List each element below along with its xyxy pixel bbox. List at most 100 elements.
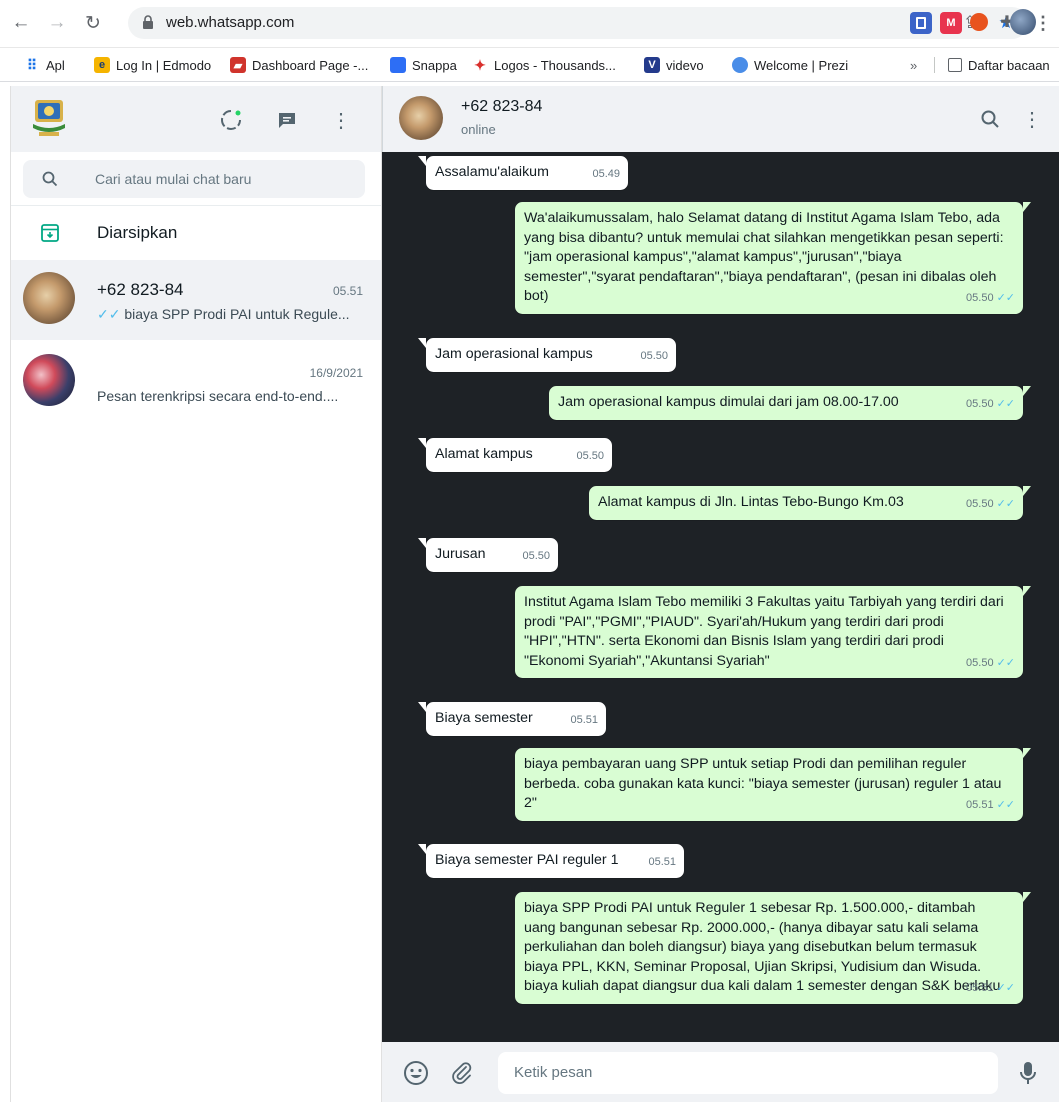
- bookmark-label: Logos - Thousands...: [494, 57, 616, 73]
- extension-m-icon[interactable]: M: [940, 12, 962, 34]
- double-check-icon: ✓✓: [996, 982, 1015, 994]
- incoming-message: Assalamu'alaikum 05.49: [418, 156, 628, 190]
- message-text: Institut Agama Islam Tebo memiliki 3 Fak…: [524, 594, 1008, 669]
- menu-dots-icon[interactable]: ⋮: [327, 106, 355, 134]
- lock-icon: [143, 15, 153, 29]
- bookmark-label: Dashboard Page -...: [252, 57, 369, 73]
- reading-list-icon: [948, 58, 962, 72]
- double-check-icon: ✓✓: [996, 398, 1015, 410]
- address-bar[interactable]: web.whatsapp.com ⇪ ★: [128, 7, 1028, 39]
- bookmark-label: videvo: [666, 57, 704, 73]
- message-text: Biaya semester PAI reguler 1: [435, 852, 619, 868]
- archived-label: Diarsipkan: [97, 223, 178, 242]
- extension-tomato-icon[interactable]: [970, 13, 988, 31]
- incoming-message: Biaya semester 05.51: [418, 702, 606, 736]
- outgoing-message: Institut Agama Islam Tebo memiliki 3 Fak…: [515, 586, 1031, 678]
- chat-list-item[interactable]: +62 823-84 05.51 ✓✓ biaya SPP Prodi PAI …: [11, 260, 381, 340]
- double-check-icon: ✓✓: [996, 799, 1015, 811]
- message-text: biaya SPP Prodi PAI untuk Reguler 1 sebe…: [524, 900, 1001, 994]
- emoji-icon[interactable]: [402, 1059, 430, 1087]
- browser-menu-icon[interactable]: ⋮: [1034, 12, 1052, 34]
- chat-preview: ✓✓ biaya SPP Prodi PAI untuk Regule...: [97, 306, 367, 323]
- message-time: 05.50: [966, 398, 994, 410]
- new-chat-icon[interactable]: [273, 106, 301, 134]
- bookmark-videvo[interactable]: V videvo: [644, 55, 704, 75]
- bookmark-dashboard[interactable]: ▰ Dashboard Page -...: [230, 55, 368, 75]
- dashboard-icon: ▰: [230, 57, 246, 73]
- message-time: 05.50: [522, 550, 550, 562]
- outgoing-message: Alamat kampus di Jln. Lintas Tebo-Bungo …: [589, 486, 1031, 520]
- message-time: 05.50: [966, 498, 994, 510]
- bookmark-snappa[interactable]: Snappa: [390, 55, 457, 75]
- url-text: web.whatsapp.com: [166, 14, 295, 31]
- outgoing-message: biaya SPP Prodi PAI untuk Reguler 1 sebe…: [515, 892, 1031, 1004]
- chat-preview-text: biaya SPP Prodi PAI untuk Regule...: [124, 306, 350, 322]
- contact-name: +62 823-84: [461, 98, 543, 115]
- prezi-icon: [732, 57, 748, 73]
- incoming-message: Alamat kampus 05.50: [418, 438, 612, 472]
- browser-toolbar: ← → ↻ web.whatsapp.com ⇪ ★ ⋮: [0, 0, 1059, 48]
- message-list: Assalamu'alaikum 05.49 Wa'alaikumussalam…: [382, 152, 1059, 1042]
- composer-bar: Ketik pesan: [382, 1042, 1059, 1102]
- message-text: Jurusan: [435, 546, 486, 562]
- profile-avatar[interactable]: [1010, 9, 1036, 35]
- microphone-icon[interactable]: [1014, 1059, 1042, 1087]
- reading-list-button[interactable]: Daftar bacaan: [948, 55, 1050, 75]
- outgoing-message: Wa'alaikumussalam, halo Selamat datang d…: [515, 202, 1031, 314]
- reading-list-label: Daftar bacaan: [968, 57, 1050, 73]
- back-arrow-icon[interactable]: ←: [8, 10, 34, 36]
- message-time: 05.51: [570, 714, 598, 726]
- message-time: 05.50: [966, 292, 994, 304]
- conversation-pane: +62 823-84 online ⋮ Assalamu'alaikum 05.…: [382, 86, 1059, 1102]
- message-time: 05.51: [966, 982, 994, 994]
- chat-preview: Pesan terenkripsi secara end-to-end....: [97, 388, 367, 404]
- message-time: 05.50: [576, 450, 604, 462]
- message-text: Alamat kampus di Jln. Lintas Tebo-Bungo …: [598, 494, 904, 510]
- message-input[interactable]: Ketik pesan: [498, 1052, 998, 1094]
- contact-status: online: [461, 122, 496, 137]
- search-input[interactable]: Cari atau mulai chat baru: [23, 160, 365, 198]
- bookmark-apps[interactable]: ⠿ Apl: [24, 55, 65, 75]
- incoming-message: Jurusan 05.50: [418, 538, 558, 572]
- contact-avatar[interactable]: [399, 96, 443, 140]
- conversation-header[interactable]: +62 823-84 online ⋮: [382, 86, 1059, 152]
- double-check-icon: ✓✓: [97, 306, 121, 322]
- bookmark-label: Snappa: [412, 57, 457, 73]
- chat-name: +62 823-84: [97, 280, 184, 299]
- chat-list-pane: ⋮ Cari atau mulai chat baru Diarsipkan +…: [10, 86, 382, 1102]
- profile-logo[interactable]: [29, 96, 69, 140]
- bookmarks-bar: ⠿ Apl e Log In | Edmodo ▰ Dashboard Page…: [0, 48, 1059, 82]
- chat-time: 16/9/2021: [309, 366, 363, 380]
- forward-arrow-icon[interactable]: →: [44, 10, 70, 36]
- more-bookmarks-label: »: [910, 57, 918, 73]
- reload-icon[interactable]: ↻: [80, 10, 106, 36]
- message-time: 05.51: [966, 799, 994, 811]
- archive-icon: [41, 224, 59, 242]
- bookmark-logos[interactable]: ✦ Logos - Thousands...: [472, 55, 616, 75]
- more-bookmarks-button[interactable]: »: [910, 55, 917, 75]
- double-check-icon: ✓✓: [996, 292, 1015, 304]
- outgoing-message: biaya pembayaran uang SPP untuk setiap P…: [515, 748, 1031, 821]
- bookmark-prezi[interactable]: Welcome | Prezi: [732, 55, 848, 75]
- chat-list-item[interactable]: 16/9/2021 Pesan terenkripsi secara end-t…: [11, 342, 381, 422]
- message-time: 05.50: [640, 350, 668, 362]
- apps-grid-icon: ⠿: [26, 56, 38, 73]
- double-check-icon: ✓✓: [996, 498, 1015, 510]
- logos-icon: ✦: [474, 56, 486, 73]
- sidebar-header: ⋮: [11, 86, 381, 152]
- archived-chats-row[interactable]: Diarsipkan: [11, 208, 381, 258]
- attach-icon[interactable]: [448, 1059, 476, 1087]
- message-text: Jam operasional kampus: [435, 346, 593, 362]
- message-time: 05.50: [966, 656, 994, 669]
- search-placeholder: Cari atau mulai chat baru: [95, 171, 252, 187]
- search-icon: [42, 171, 58, 187]
- bookmark-edmodo[interactable]: e Log In | Edmodo: [94, 55, 211, 75]
- edmodo-icon: e: [94, 57, 110, 73]
- message-text: biaya pembayaran uang SPP untuk setiap P…: [524, 756, 1006, 811]
- chat-time: 05.51: [332, 284, 363, 298]
- extension-book-icon[interactable]: [910, 12, 932, 34]
- search-icon[interactable]: [977, 106, 1003, 132]
- avatar: [23, 354, 75, 406]
- menu-dots-icon[interactable]: ⋮: [1019, 106, 1045, 132]
- status-icon[interactable]: [217, 106, 245, 134]
